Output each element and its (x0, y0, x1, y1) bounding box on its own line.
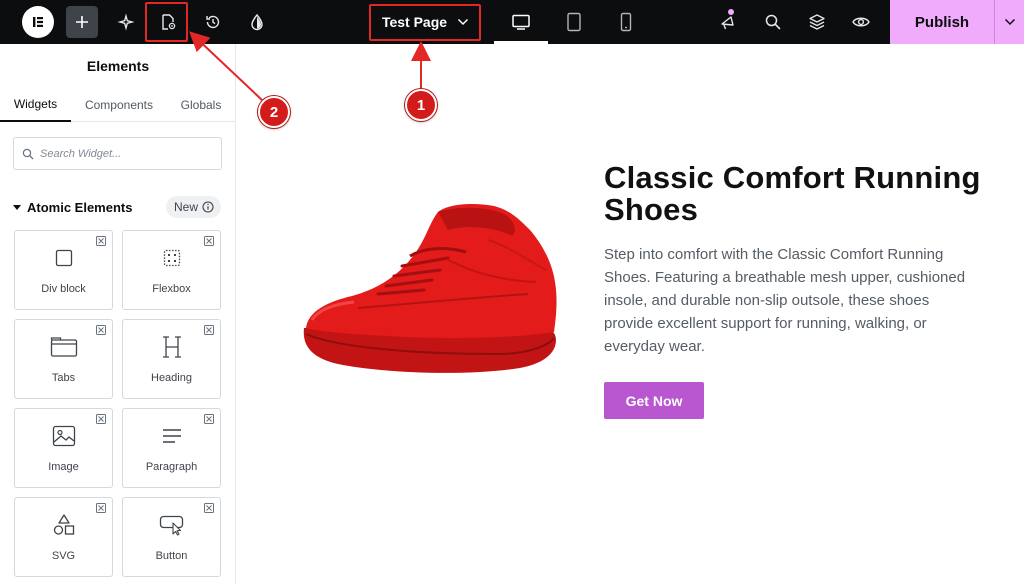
annotation-badge-2: 2 (258, 96, 290, 128)
site-settings-icon (251, 13, 263, 31)
widget-image[interactable]: Image (14, 408, 113, 488)
image-icon (15, 425, 112, 447)
history-icon (206, 15, 220, 29)
search-icon (765, 14, 781, 30)
desktop-view-button[interactable] (506, 0, 536, 44)
pro-lock-icon (204, 414, 214, 424)
structure-button[interactable] (803, 0, 831, 44)
shoe-image[interactable] (298, 200, 560, 376)
ai-sparkle-icon (117, 13, 135, 31)
section-label: Atomic Elements (27, 199, 133, 215)
mobile-view-button[interactable] (612, 0, 640, 44)
ai-assistant-button[interactable] (112, 0, 140, 44)
widget-label: Flexbox (152, 283, 191, 295)
tab-globals[interactable]: Globals (172, 88, 230, 122)
pro-lock-icon (96, 414, 106, 424)
widget-tabs[interactable]: Tabs (14, 319, 113, 399)
add-element-button[interactable] (66, 0, 98, 44)
widget-svg[interactable]: SVG (14, 497, 113, 577)
elementor-editor: Test Page Publish Elements Widgets Compo… (0, 0, 1024, 584)
tab-widgets[interactable]: Widgets (0, 88, 71, 122)
notification-dot (728, 9, 734, 15)
widget-heading[interactable]: Heading (122, 319, 221, 399)
tabs-icon (15, 336, 112, 358)
publish-button[interactable]: Publish (890, 0, 994, 44)
new-badge-label: New (173, 200, 198, 214)
tablet-view-button[interactable] (560, 0, 588, 44)
tablet-icon (567, 12, 581, 32)
new-badge: New (165, 196, 221, 218)
annotation-box-page-selector (369, 4, 481, 41)
whats-new-icon (721, 16, 734, 30)
chevron-down-icon (1004, 18, 1015, 26)
search-input[interactable] (40, 147, 210, 160)
structure-layers-icon (809, 14, 825, 30)
preview-eye-icon (852, 17, 870, 27)
add-plus-icon (66, 6, 98, 38)
elements-panel: Elements Widgets Components Globals Atom… (0, 44, 236, 584)
search-icon (22, 148, 34, 159)
paragraph-icon (123, 425, 220, 447)
preview-button[interactable] (847, 0, 875, 44)
widget-flexbox[interactable]: Flexbox (122, 230, 221, 310)
finder-search-button[interactable] (759, 0, 787, 44)
widget-label: Tabs (51, 372, 76, 384)
panel-title: Elements (86, 58, 150, 74)
elementor-logo-icon (22, 6, 54, 38)
tab-components[interactable]: Components (79, 88, 159, 122)
pro-lock-icon (96, 503, 106, 513)
info-icon (202, 201, 214, 213)
annotation-box-page-settings (145, 2, 188, 42)
search-widget-field[interactable] (13, 137, 222, 170)
widget-button[interactable]: Button (122, 497, 221, 577)
flexbox-icon (123, 247, 220, 269)
get-now-button[interactable]: Get Now (604, 382, 704, 419)
desktop-icon (512, 14, 530, 30)
widget-label: SVG (51, 550, 76, 562)
pro-lock-icon (204, 325, 214, 335)
widget-label: Heading (151, 372, 192, 384)
whats-new-button[interactable] (713, 0, 743, 44)
atomic-elements-section-toggle[interactable]: Atomic Elements New (13, 196, 223, 218)
widget-div-block[interactable]: Div block (14, 230, 113, 310)
publish-options-button[interactable] (994, 0, 1024, 44)
widget-label: Paragraph (145, 461, 198, 473)
widget-label: Div block (41, 283, 86, 295)
pro-lock-icon (96, 236, 106, 246)
product-description[interactable]: Step into comfort with the Classic Comfo… (604, 243, 974, 358)
history-button[interactable] (199, 0, 227, 44)
heading-icon (123, 336, 220, 358)
widget-label: Image (48, 461, 79, 473)
pro-lock-icon (204, 236, 214, 246)
caret-down-icon (13, 204, 21, 210)
pro-lock-icon (204, 503, 214, 513)
div-block-icon (15, 247, 112, 269)
annotation-badge-1: 1 (405, 89, 437, 121)
panel-tabs: Widgets Components Globals (0, 88, 236, 122)
site-settings-button[interactable] (243, 0, 271, 44)
pro-lock-icon (96, 325, 106, 335)
svg-shapes-icon (15, 514, 112, 536)
mobile-icon (620, 12, 632, 32)
elementor-menu-button[interactable] (20, 0, 56, 44)
button-cursor-icon (123, 514, 220, 536)
widget-label: Button (155, 550, 188, 562)
widget-paragraph[interactable]: Paragraph (122, 408, 221, 488)
product-title[interactable]: Classic Comfort Running Shoes (604, 162, 984, 226)
